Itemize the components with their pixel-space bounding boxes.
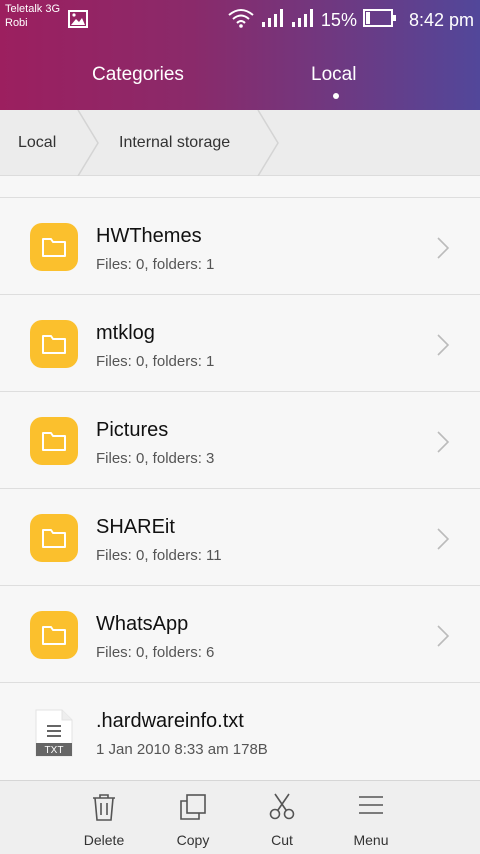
chevron-right-icon (437, 528, 450, 550)
carrier-info: Teletalk 3G Robi (5, 2, 60, 30)
folder-icon (30, 417, 78, 465)
menu-label: Menu (353, 832, 389, 848)
trash-icon (93, 794, 115, 821)
chevron-right-icon (437, 625, 450, 647)
delete-button[interactable]: Delete (60, 781, 148, 854)
chevron-right-icon (437, 334, 450, 356)
folder-icon (30, 611, 78, 659)
item-detail: Files: 0, folders: 11 (96, 547, 222, 564)
battery-icon (362, 9, 397, 32)
battery-percent: 15% (320, 10, 357, 30)
image-notification-icon (68, 10, 88, 33)
item-name: HWThemes (96, 225, 202, 247)
item-detail: Files: 0, folders: 6 (96, 644, 215, 661)
list-item-folder[interactable]: Pictures Files: 0, folders: 3 (0, 391, 480, 488)
breadcrumb-separator-icon (77, 110, 99, 176)
folder-icon (30, 514, 78, 562)
list-item-folder[interactable]: WhatsApp Files: 0, folders: 6 (0, 585, 480, 682)
chevron-right-icon (437, 237, 450, 259)
delete-label: Delete (83, 832, 125, 848)
folder-icon (30, 223, 78, 271)
clock: 8:42 pm (408, 10, 474, 30)
copy-label: Copy (176, 832, 210, 848)
carrier-primary: Teletalk 3G (5, 3, 61, 15)
carrier-secondary: Robi (5, 17, 28, 29)
app-header: Teletalk 3G Robi 15% 8:42 pm Categories … (0, 0, 480, 110)
tab-categories[interactable]: Categories (92, 64, 184, 86)
file-type-badge: TXT (44, 745, 64, 756)
status-bar: Teletalk 3G Robi 15% 8:42 pm (0, 0, 480, 40)
breadcrumb-local[interactable]: Local (18, 134, 56, 152)
item-name: mtklog (96, 322, 155, 344)
bottom-toolbar: Delete Copy Cut Menu (0, 780, 480, 854)
item-detail: Files: 0, folders: 1 (96, 256, 215, 273)
breadcrumb-separator-icon (257, 110, 279, 176)
signal-icon-sim2 (291, 8, 315, 33)
list-item-file[interactable]: TXT .hardwareinfo.txt 1 Jan 2010 8:33 am… (0, 682, 480, 779)
item-name: SHAREit (96, 516, 175, 538)
cut-label: Cut (271, 832, 293, 848)
active-tab-indicator (333, 93, 339, 99)
item-name: WhatsApp (96, 613, 189, 635)
file-list[interactable]: HWThemes Files: 0, folders: 1 mtklog Fil… (0, 176, 480, 780)
list-item-folder[interactable]: SHAREit Files: 0, folders: 11 (0, 488, 480, 585)
list-item-folder[interactable]: HWThemes Files: 0, folders: 1 (0, 197, 480, 294)
copy-button[interactable]: Copy (149, 781, 237, 854)
scissors-icon (269, 793, 295, 820)
status-right-group: 15% 8:42 pm (227, 8, 474, 33)
tab-local[interactable]: Local (311, 64, 356, 86)
folder-icon (30, 320, 78, 368)
item-detail: 1 Jan 2010 8:33 am 178B (96, 741, 268, 758)
copy-icon (180, 794, 206, 820)
item-name: .hardwareinfo.txt (96, 710, 244, 732)
menu-icon (359, 796, 383, 814)
list-item-folder[interactable]: mtklog Files: 0, folders: 1 (0, 294, 480, 391)
wifi-icon (227, 8, 255, 33)
cut-button[interactable]: Cut (238, 781, 326, 854)
item-detail: Files: 0, folders: 1 (96, 353, 215, 370)
chevron-right-icon (437, 431, 450, 453)
item-name: Pictures (96, 419, 169, 441)
tab-bar: Categories Local (0, 56, 480, 106)
breadcrumb: Local Internal storage (0, 110, 480, 176)
menu-button[interactable]: Menu (327, 781, 415, 854)
signal-icon-sim1 (261, 8, 285, 33)
item-detail: Files: 0, folders: 3 (96, 450, 215, 467)
breadcrumb-internal-storage[interactable]: Internal storage (119, 134, 230, 152)
